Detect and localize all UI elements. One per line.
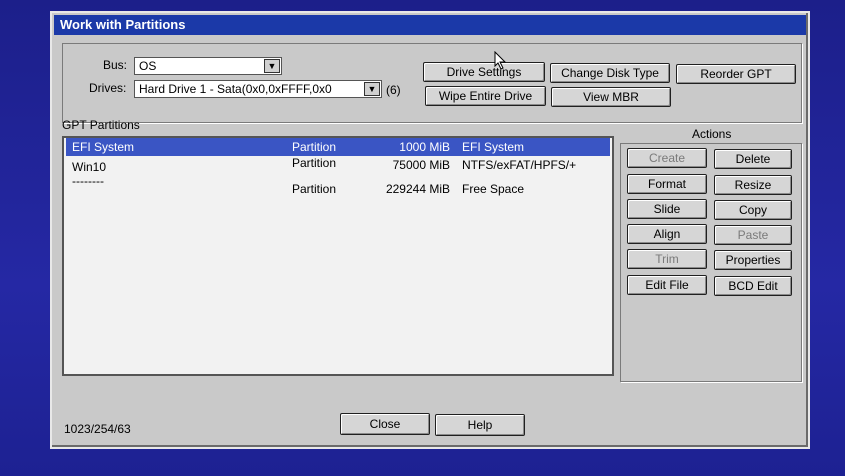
drive-count: (6) (386, 83, 401, 97)
actions-title: Actions (692, 127, 732, 141)
disk-geometry: 1023/254/63 (64, 422, 131, 436)
partition-name: -------- (72, 174, 104, 188)
drive-settings-button[interactable]: Drive Settings (423, 62, 545, 82)
create-button[interactable]: Create (627, 148, 707, 168)
paste-button[interactable]: Paste (714, 225, 792, 245)
partition-filesystem: EFI System (462, 140, 525, 154)
drives-label: Drives: (89, 81, 127, 95)
view-mbr-button[interactable]: View MBR (551, 87, 671, 107)
bcd-edit-button[interactable]: BCD Edit (714, 276, 792, 296)
partition-filesystem: Free Space (462, 182, 525, 196)
drives-value: Hard Drive 1 - Sata(0x0,0xFFFF,0x0 (139, 82, 332, 96)
partition-size: 229244 MiB (385, 182, 450, 196)
drive-selection-group: Bus: OS ▼ Drives: Hard Drive 1 - Sata(0x… (62, 43, 802, 123)
slide-button[interactable]: Slide (627, 199, 707, 219)
chevron-down-icon[interactable]: ▼ (364, 82, 380, 96)
chevron-down-icon[interactable]: ▼ (264, 59, 280, 73)
partition-size: 1000 MiB (399, 140, 450, 154)
partition-name: EFI System (72, 140, 135, 154)
format-button[interactable]: Format (627, 174, 707, 194)
partition-filesystem: NTFS/exFAT/HPFS/+ (462, 158, 577, 172)
reorder-gpt-button[interactable]: Reorder GPT (676, 64, 796, 84)
align-button[interactable]: Align (627, 224, 707, 244)
bus-label: Bus: (103, 58, 128, 72)
partition-size: 75000 MiB (392, 158, 450, 172)
partition-row[interactable]: -------- Partition 229244 MiB Free Space (66, 174, 610, 196)
delete-button[interactable]: Delete (714, 149, 792, 169)
edit-file-button[interactable]: Edit File (627, 275, 707, 295)
partition-list[interactable]: EFI System Partition 1000 MiB EFI System… (62, 136, 614, 376)
partition-type: Partition (292, 182, 337, 196)
change-disk-type-button[interactable]: Change Disk Type (550, 63, 670, 83)
partition-row[interactable]: EFI System Partition 1000 MiB EFI System (66, 138, 610, 156)
window-title: Work with Partitions (54, 15, 806, 35)
copy-button[interactable]: Copy (714, 200, 792, 220)
partition-row[interactable]: Win10 Partition 75000 MiB NTFS/exFAT/HPF… (66, 156, 610, 176)
gpt-partitions-title: GPT Partitions (62, 118, 140, 132)
properties-button[interactable]: Properties (714, 250, 792, 270)
resize-button[interactable]: Resize (714, 175, 792, 195)
mouse-pointer-icon (494, 51, 507, 70)
help-button[interactable]: Help (435, 414, 525, 436)
work-with-partitions-window: Work with Partitions Bus: OS ▼ Drives: H… (50, 11, 810, 449)
trim-button[interactable]: Trim (627, 249, 707, 269)
bus-select[interactable]: OS ▼ (134, 57, 282, 75)
actions-group: Create Delete Format Resize Slide Copy A… (620, 143, 802, 382)
drives-select[interactable]: Hard Drive 1 - Sata(0x0,0xFFFF,0x0 ▼ (134, 80, 382, 98)
partition-type: Partition (292, 156, 337, 170)
close-button[interactable]: Close (340, 413, 430, 435)
bus-value: OS (139, 59, 157, 73)
wipe-entire-drive-button[interactable]: Wipe Entire Drive (425, 86, 546, 106)
